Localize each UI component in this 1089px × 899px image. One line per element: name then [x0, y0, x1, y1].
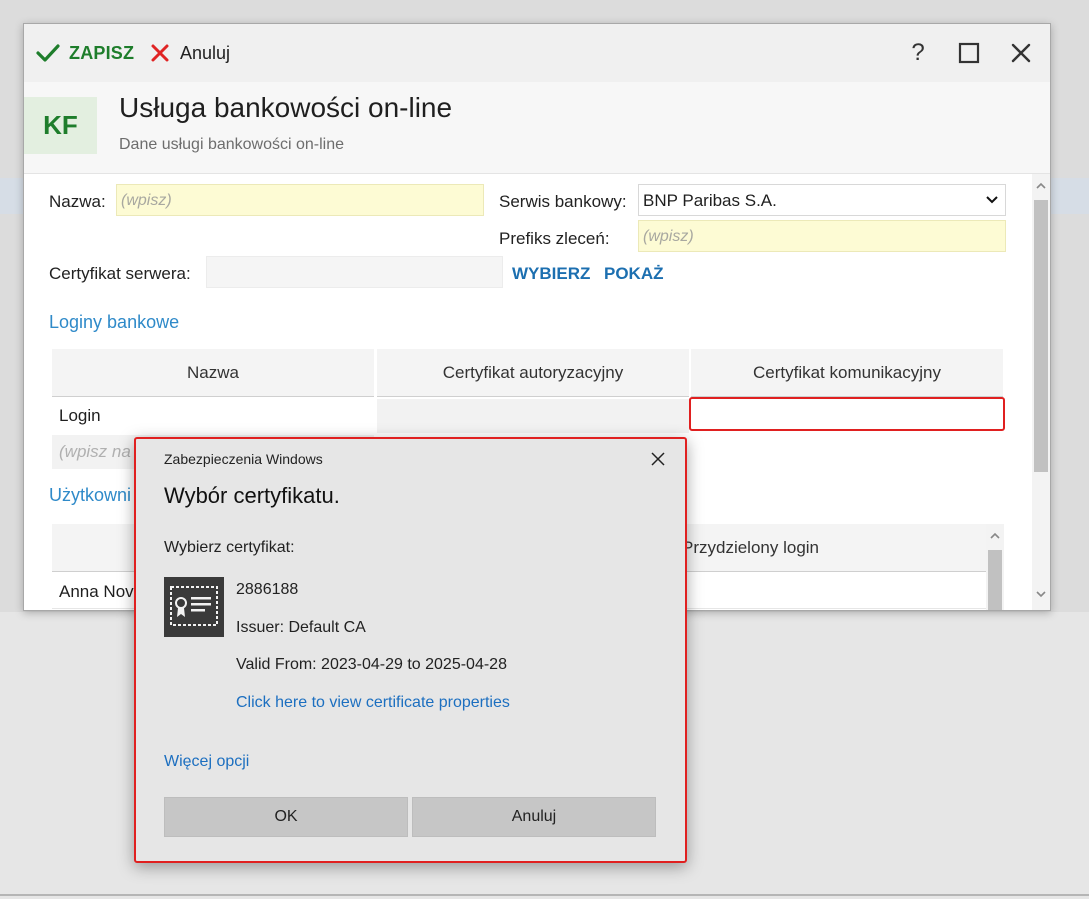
login-name-cell[interactable]: Login — [52, 399, 374, 433]
login-comm-cert-cell[interactable] — [689, 397, 1005, 431]
choose-certificate-link[interactable]: WYBIERZ — [512, 264, 590, 284]
form-scroll-thumb[interactable] — [1034, 200, 1048, 472]
help-icon: ? — [911, 39, 925, 66]
bank-logins-section-title: Loginy bankowe — [49, 312, 180, 332]
dialog-cancel-button[interactable]: Anuluj — [412, 797, 656, 837]
certificate-issuer: Issuer: Default CA — [236, 619, 366, 636]
page-subtitle: Dane usługi bankowości on-line — [119, 136, 345, 153]
users-table-scrollbar[interactable] — [986, 524, 1004, 610]
order-prefix-input[interactable]: (wpisz) — [638, 220, 1006, 252]
checkmark-icon — [36, 44, 60, 62]
more-options-link[interactable]: Więcej opcji — [164, 753, 249, 771]
scroll-down-icon — [1036, 591, 1046, 598]
close-icon — [1011, 43, 1031, 63]
toolbar: ZAPISZ Anuluj ? — [24, 24, 1050, 82]
cancel-button[interactable]: Anuluj — [150, 24, 230, 82]
close-icon — [651, 452, 665, 466]
save-button-label: ZAPISZ — [69, 42, 135, 63]
column-header-auth-cert[interactable]: Certyfikat autoryzacyjny — [377, 349, 689, 397]
users-section-title: Użytkowni — [49, 485, 132, 505]
maximize-button[interactable] — [952, 36, 986, 70]
scroll-up-icon — [990, 532, 1000, 539]
login-auth-cert-cell[interactable] — [377, 399, 689, 433]
maximize-icon — [958, 42, 980, 64]
help-button[interactable]: ? — [901, 36, 935, 70]
window-close-button[interactable] — [1004, 36, 1038, 70]
bank-service-value: BNP Paribas S.A. — [643, 191, 777, 210]
module-badge: KF — [24, 97, 97, 154]
view-certificate-properties-link[interactable]: Click here to view certificate propertie… — [236, 694, 510, 712]
name-input[interactable]: (wpisz) — [116, 184, 484, 216]
page-title: Usługa bankowości on-line — [119, 92, 453, 123]
close-x-icon — [151, 44, 169, 62]
dialog-close-button[interactable] — [647, 448, 669, 470]
name-label: Nazwa: — [49, 192, 106, 211]
form-header: KF Usługa bankowości on-line Dane usługi… — [24, 82, 1050, 174]
column-header-comm-cert[interactable]: Certyfikat komunikacyjny — [691, 349, 1003, 397]
certificate-validity: Valid From: 2023-04-29 to 2025-04-28 — [236, 656, 507, 673]
save-button[interactable]: ZAPISZ — [36, 24, 134, 82]
scroll-up-icon — [1036, 182, 1046, 189]
certificate-id[interactable]: 2886188 — [236, 581, 298, 599]
server-certificate-label: Certyfikat serwera: — [49, 264, 191, 283]
certificate-selection-dialog: Zabezpieczenia Windows Wybór certyfikatu… — [134, 437, 687, 863]
chevron-down-icon — [986, 196, 998, 204]
dialog-ok-button[interactable]: OK — [164, 797, 408, 837]
show-certificate-link[interactable]: POKAŻ — [604, 264, 664, 284]
order-prefix-label: Prefiks zleceń: — [499, 229, 610, 248]
cancel-button-label: Anuluj — [180, 42, 231, 63]
dialog-title: Wybór certyfikatu. — [164, 483, 340, 508]
form-scrollbar[interactable] — [1032, 174, 1050, 610]
dialog-prompt: Wybierz certyfikat: — [164, 539, 295, 556]
column-header-assigned-login[interactable]: Przydzielony login — [682, 538, 819, 558]
background-divider — [0, 894, 1089, 896]
bank-service-select[interactable]: BNP Paribas S.A. — [638, 184, 1006, 216]
users-scroll-thumb[interactable] — [988, 550, 1002, 610]
certificate-icon — [164, 577, 224, 637]
bank-service-label: Serwis bankowy: — [499, 192, 627, 211]
dialog-caption: Zabezpieczenia Windows — [164, 451, 323, 467]
server-certificate-field — [206, 256, 503, 288]
column-header-name[interactable]: Nazwa — [52, 349, 374, 397]
